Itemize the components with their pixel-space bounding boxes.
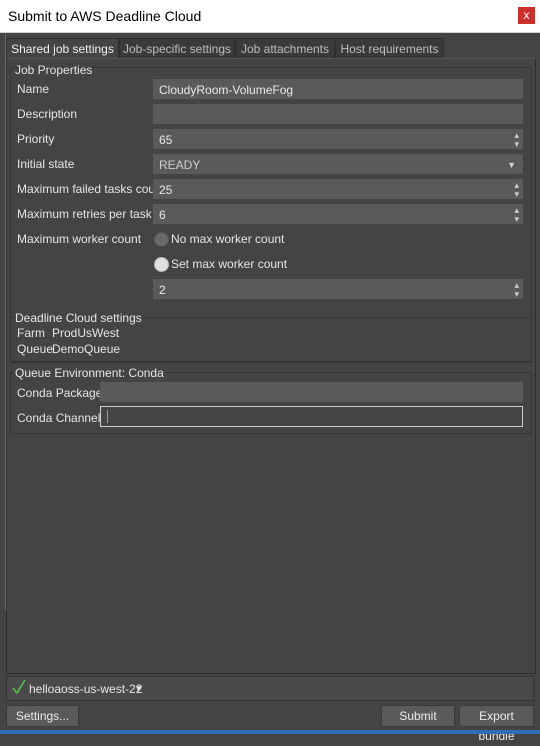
profile-name[interactable]: helloaoss-us-west-22 xyxy=(29,682,142,696)
description-field[interactable] xyxy=(153,104,523,124)
submit-button[interactable]: Submit xyxy=(381,705,455,727)
description-label: Description xyxy=(17,107,78,121)
checkmark-icon xyxy=(12,679,26,698)
initial-state-label: Initial state xyxy=(17,157,75,171)
window-bottom-edge xyxy=(0,730,540,734)
conda-packages-label: Conda Packages xyxy=(17,386,109,400)
credentials-status-bar: helloaoss-us-west-22 ▾ xyxy=(6,676,534,701)
no-max-worker-label[interactable]: No max worker count xyxy=(171,232,284,246)
farm-value: ProdUsWest xyxy=(52,326,120,340)
job-properties-title: Job Properties xyxy=(15,63,93,77)
priority-label: Priority xyxy=(17,132,55,146)
tab-shared-job-settings[interactable]: Shared job settings xyxy=(6,38,119,60)
profile-dropdown-icon[interactable]: ▾ xyxy=(136,682,142,695)
conda-packages-field[interactable] xyxy=(100,382,523,402)
close-button[interactable]: x xyxy=(518,7,535,24)
max-failed-label: Maximum failed tasks count xyxy=(17,182,166,196)
spin-arrows-icon[interactable]: ▴ ▾ xyxy=(514,130,519,149)
settings-button[interactable]: Settings... xyxy=(6,705,79,727)
queue-env-title: Queue Environment: Conda xyxy=(15,366,166,380)
chevron-down-icon: ▼ xyxy=(507,160,516,170)
max-retries-label: Maximum retries per task xyxy=(17,207,152,221)
farm-label: Farm xyxy=(17,326,45,340)
deadline-settings-title: Deadline Cloud settings xyxy=(15,311,144,325)
conda-channels-label: Conda Channels xyxy=(17,411,107,425)
tab-job-attachments[interactable]: Job attachments xyxy=(235,38,335,59)
max-retries-value: 6 xyxy=(159,208,166,222)
window-title: Submit to AWS Deadline Cloud xyxy=(8,8,202,24)
max-failed-spinbox[interactable]: 25 ▴ ▾ xyxy=(153,179,523,199)
priority-spinbox[interactable]: 65 ▴ ▾ xyxy=(153,129,523,149)
max-retries-spinbox[interactable]: 6 ▴ ▾ xyxy=(153,204,523,224)
queue-value: DemoQueue xyxy=(52,342,121,356)
set-max-worker-label[interactable]: Set max worker count xyxy=(171,257,287,271)
queue-label: Queue xyxy=(17,342,54,356)
max-worker-label: Maximum worker count xyxy=(17,232,142,246)
name-label: Name xyxy=(17,82,50,96)
tab-job-specific-settings[interactable]: Job-specific settings xyxy=(119,38,235,59)
conda-channels-field[interactable] xyxy=(100,406,523,427)
shared-settings-pane: Job Properties Name CloudyRoom-VolumeFog… xyxy=(6,58,536,674)
name-field[interactable]: CloudyRoom-VolumeFog xyxy=(153,79,523,99)
export-bundle-button[interactable]: Export bundle xyxy=(459,705,534,743)
no-max-worker-radio[interactable] xyxy=(154,232,169,247)
spin-arrows-icon[interactable]: ▴ ▾ xyxy=(514,280,519,299)
text-cursor xyxy=(107,410,108,423)
initial-state-value: READY xyxy=(159,158,201,172)
spin-arrows-icon[interactable]: ▴ ▾ xyxy=(514,180,519,199)
submit-dialog: Submit to AWS Deadline Cloud x Shared jo… xyxy=(0,0,540,743)
set-max-worker-radio[interactable] xyxy=(154,257,169,272)
max-worker-spinbox[interactable]: 2 ▴ ▾ xyxy=(153,279,523,299)
spin-arrows-icon[interactable]: ▴ ▾ xyxy=(514,205,519,224)
max-worker-value: 2 xyxy=(159,283,166,297)
tab-host-requirements[interactable]: Host requirements xyxy=(335,38,444,59)
title-bar: Submit to AWS Deadline Cloud x xyxy=(0,0,540,33)
max-failed-value: 25 xyxy=(159,183,173,197)
initial-state-dropdown[interactable]: READY ▼ xyxy=(153,154,523,174)
priority-value: 65 xyxy=(159,133,173,147)
